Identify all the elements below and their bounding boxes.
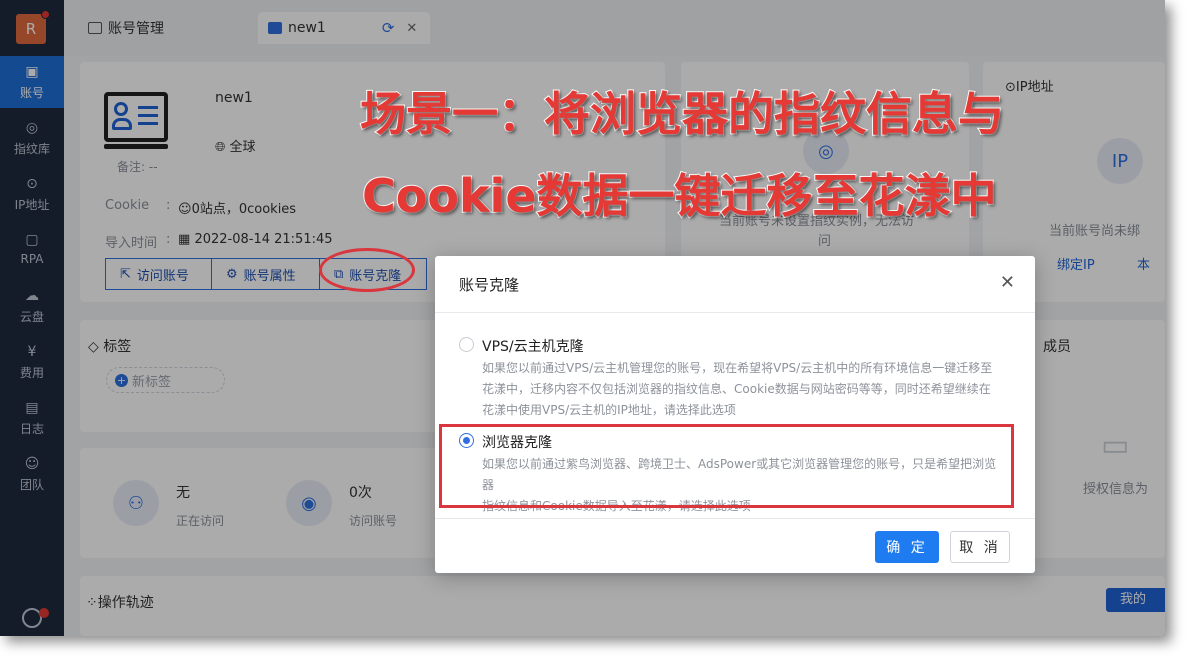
- dialog-divider: [435, 312, 1035, 313]
- vps-clone-radio[interactable]: [459, 337, 474, 352]
- desc-line: 如果您以前通过VPS/云主机管理您的账号，现在希望将VPS/云主机中的所有环境信…: [482, 361, 993, 375]
- annotation-ellipse: [319, 248, 415, 292]
- confirm-button[interactable]: 确 定: [875, 531, 939, 563]
- dialog-title: 账号克隆: [459, 276, 520, 294]
- close-icon[interactable]: ✕: [1000, 272, 1015, 293]
- desc-line: 花漾中，迁移内容不仅包括浏览器的指纹信息、Cookie数据与网站密码等等，同时还…: [482, 382, 991, 396]
- annotation-rectangle: [439, 424, 1014, 508]
- dialog-divider: [435, 518, 1035, 519]
- desc-line: 花漾中使用VPS/云主机的IP地址，请选择此选项: [482, 403, 736, 417]
- app-window: R ▣ 账号 ◎ 指纹库 ⊙ IP地址 ▢ RPA ☁ 云盘 ¥ 费用 ▤ 日志: [0, 0, 1165, 636]
- vps-clone-title[interactable]: VPS/云主机克隆: [482, 336, 584, 356]
- cancel-button[interactable]: 取 消: [950, 531, 1010, 563]
- vps-clone-desc: 如果您以前通过VPS/云主机管理您的账号，现在希望将VPS/云主机中的所有环境信…: [482, 358, 1002, 421]
- caption-line-1: 场景一：将浏览器的指纹信息与: [359, 86, 1005, 142]
- clone-dialog: 账号克隆 ✕ VPS/云主机克隆 如果您以前通过VPS/云主机管理您的账号，现在…: [435, 256, 1035, 573]
- caption-line-2: Cookie数据一键迁移至花漾中: [361, 168, 998, 224]
